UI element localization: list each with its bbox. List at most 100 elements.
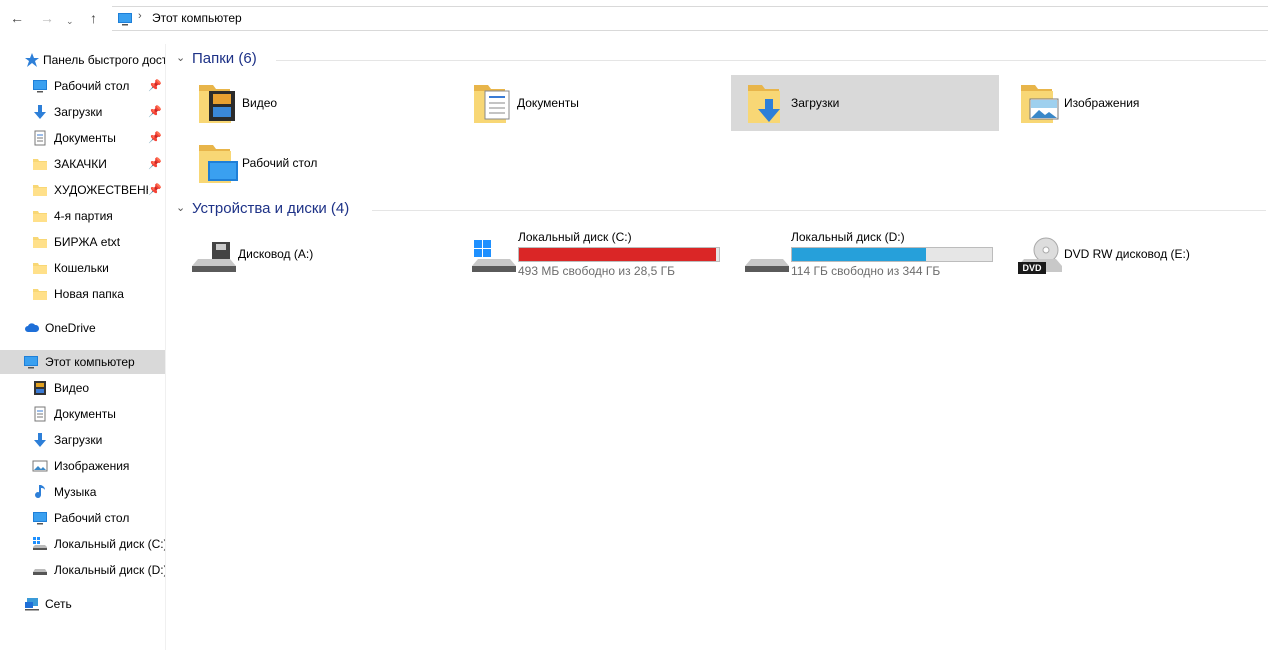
folder-icon: [32, 208, 48, 224]
folder-icon: [32, 260, 48, 276]
documents-icon: [32, 406, 48, 422]
sidebar-item-pc-pictures[interactable]: Изображения: [0, 454, 165, 478]
computer-icon: [118, 13, 132, 26]
svg-text:DVD: DVD: [1022, 263, 1042, 273]
drive-d-icon: [32, 562, 48, 578]
sidebar-item-label: Музыка: [54, 485, 97, 499]
folder-tile-video[interactable]: Видео: [182, 75, 450, 131]
video-icon: [32, 380, 48, 396]
drive-label: Дисковод (A:): [238, 247, 314, 261]
folder-tile-documents[interactable]: Документы: [457, 75, 725, 131]
sidebar-item-label: Документы: [54, 131, 116, 145]
sidebar-item-drive-c[interactable]: Локальный диск (C:): [0, 532, 165, 556]
group-divider: [276, 60, 1266, 61]
sidebar-item-network[interactable]: Сеть: [0, 592, 165, 616]
sidebar-item-label: Кошельки: [54, 261, 109, 275]
drive-usage-bar: [518, 247, 720, 262]
downloads-icon: [32, 432, 48, 448]
folder-tile-label: Изображения: [1064, 96, 1140, 110]
video-folder-icon: [196, 81, 235, 127]
folder-tile-pictures[interactable]: Изображения: [1004, 75, 1268, 131]
sidebar-item-quick-documents[interactable]: Документы 📌: [0, 126, 165, 150]
sidebar-item-novaya-papka[interactable]: Новая папка: [0, 282, 165, 306]
documents-icon: [32, 130, 48, 146]
floppy-drive-icon: [192, 242, 236, 272]
folder-tile-label: Документы: [517, 96, 579, 110]
sidebar-item-hudozhestvennoe[interactable]: ХУДОЖЕСТВЕННОЕ 📌: [0, 178, 165, 202]
folder-tile-label: Загрузки: [791, 96, 840, 110]
sidebar-item-this-pc[interactable]: Этот компьютер: [0, 350, 165, 374]
drive-c-icon: [32, 536, 48, 552]
downloads-folder-icon: [745, 81, 780, 127]
sidebar-item-pc-video[interactable]: Видео: [0, 376, 165, 400]
sidebar-item-label: 4-я партия: [54, 209, 113, 223]
sidebar-item-quick-desktop[interactable]: Рабочий стол 📌: [0, 74, 165, 98]
collapse-chevron-icon[interactable]: ⌄: [176, 201, 185, 214]
desktop-folder-icon: [196, 141, 238, 187]
sidebar-item-label: Загрузки: [54, 433, 103, 447]
drive-free-space: 114 ГБ свободно из 344 ГБ: [791, 264, 941, 278]
sidebar-item-label: Новая папка: [54, 287, 124, 301]
drive-tile-dvd-e[interactable]: DVD DVD RW дисковод (E:): [1004, 226, 1268, 286]
sidebar-item-label: ЗАКАЧКИ: [54, 157, 107, 171]
sidebar-item-label: Видео: [54, 381, 90, 395]
sidebar-item-pc-music[interactable]: Музыка: [0, 480, 165, 504]
folders-group-header[interactable]: ⌄ Папки (6): [176, 50, 1266, 70]
up-arrow-icon[interactable]: ↑: [90, 10, 97, 26]
pin-icon: 📌: [148, 106, 162, 118]
address-bar[interactable]: › Этот компьютер: [112, 6, 1268, 31]
sidebar-item-label: Рабочий стол: [54, 511, 130, 525]
drive-tile-c[interactable]: Локальный диск (C:) 493 МБ свободно из 2…: [458, 226, 726, 286]
drive-label: Локальный диск (C:): [518, 230, 632, 244]
folder-tile-desktop[interactable]: Рабочий стол: [182, 135, 450, 191]
sidebar-item-drive-d[interactable]: Локальный диск (D:): [0, 558, 165, 582]
drive-usage-fill: [792, 248, 926, 261]
sidebar-item-label: Рабочий стол: [54, 79, 130, 93]
sidebar-item-birzha-etxt[interactable]: БИРЖА etxt: [0, 230, 165, 254]
sidebar-item-zakachki[interactable]: ЗАКАЧКИ 📌: [0, 152, 165, 176]
forward-arrow-icon[interactable]: →: [40, 10, 54, 26]
drive-usage-bar: [791, 247, 993, 262]
folder-icon: [32, 156, 48, 172]
desktop-icon: [32, 510, 48, 526]
sidebar-item-onedrive[interactable]: OneDrive: [0, 316, 165, 340]
dvd-drive-icon: DVD: [1018, 237, 1062, 274]
sidebar-item-koshelki[interactable]: Кошельки: [0, 256, 165, 280]
drive-label: DVD RW дисковод (E:): [1064, 247, 1190, 261]
pin-icon: 📌: [148, 158, 162, 170]
sidebar-item-quick-downloads[interactable]: Загрузки 📌: [0, 100, 165, 124]
pictures-icon: [32, 458, 48, 474]
sidebar-item-label: Панель быстрого доступа: [43, 53, 165, 67]
collapse-chevron-icon[interactable]: ⌄: [176, 51, 185, 64]
computer-icon: [22, 354, 40, 370]
folder-tile-label: Видео: [242, 96, 278, 110]
folder-tile-downloads[interactable]: Загрузки: [731, 75, 999, 131]
sidebar-item-label: Документы: [54, 407, 116, 421]
sidebar-item-pc-desktop[interactable]: Рабочий стол: [0, 506, 165, 530]
music-icon: [32, 484, 48, 500]
breadcrumb-separator-icon[interactable]: ›: [138, 10, 142, 22]
drive-label: Локальный диск (D:): [791, 230, 905, 244]
drive-free-space: 493 МБ свободно из 28,5 ГБ: [518, 264, 675, 278]
recent-locations-chevron-icon[interactable]: ⌄: [66, 13, 74, 29]
drive-tile-d[interactable]: Локальный диск (D:) 114 ГБ свободно из 3…: [731, 226, 999, 286]
back-arrow-icon[interactable]: ←: [10, 10, 24, 26]
sidebar-item-pc-downloads[interactable]: Загрузки: [0, 428, 165, 452]
breadcrumb-this-pc[interactable]: Этот компьютер: [152, 11, 242, 25]
drive-tile-floppy-a[interactable]: Дисковод (A:): [178, 226, 446, 286]
group-divider: [372, 210, 1266, 211]
onedrive-cloud-icon: [24, 320, 40, 336]
sidebar-item-label: БИРЖА etxt: [54, 235, 121, 249]
folder-icon: [32, 234, 48, 250]
pin-icon: 📌: [148, 80, 162, 92]
sidebar-item-label: Загрузки: [54, 105, 103, 119]
pin-icon: 📌: [148, 132, 162, 144]
devices-group-header[interactable]: ⌄ Устройства и диски (4): [176, 200, 1266, 220]
sidebar-item-quick-access[interactable]: Панель быстрого доступа: [0, 48, 165, 72]
sidebar-item-label: OneDrive: [45, 321, 96, 335]
sidebar-item-4-partiya[interactable]: 4-я партия: [0, 204, 165, 228]
sidebar-item-label: Локальный диск (D:): [54, 563, 165, 577]
sidebar-item-pc-documents[interactable]: Документы: [0, 402, 165, 426]
downloads-icon: [32, 104, 48, 120]
network-icon: [24, 596, 40, 612]
